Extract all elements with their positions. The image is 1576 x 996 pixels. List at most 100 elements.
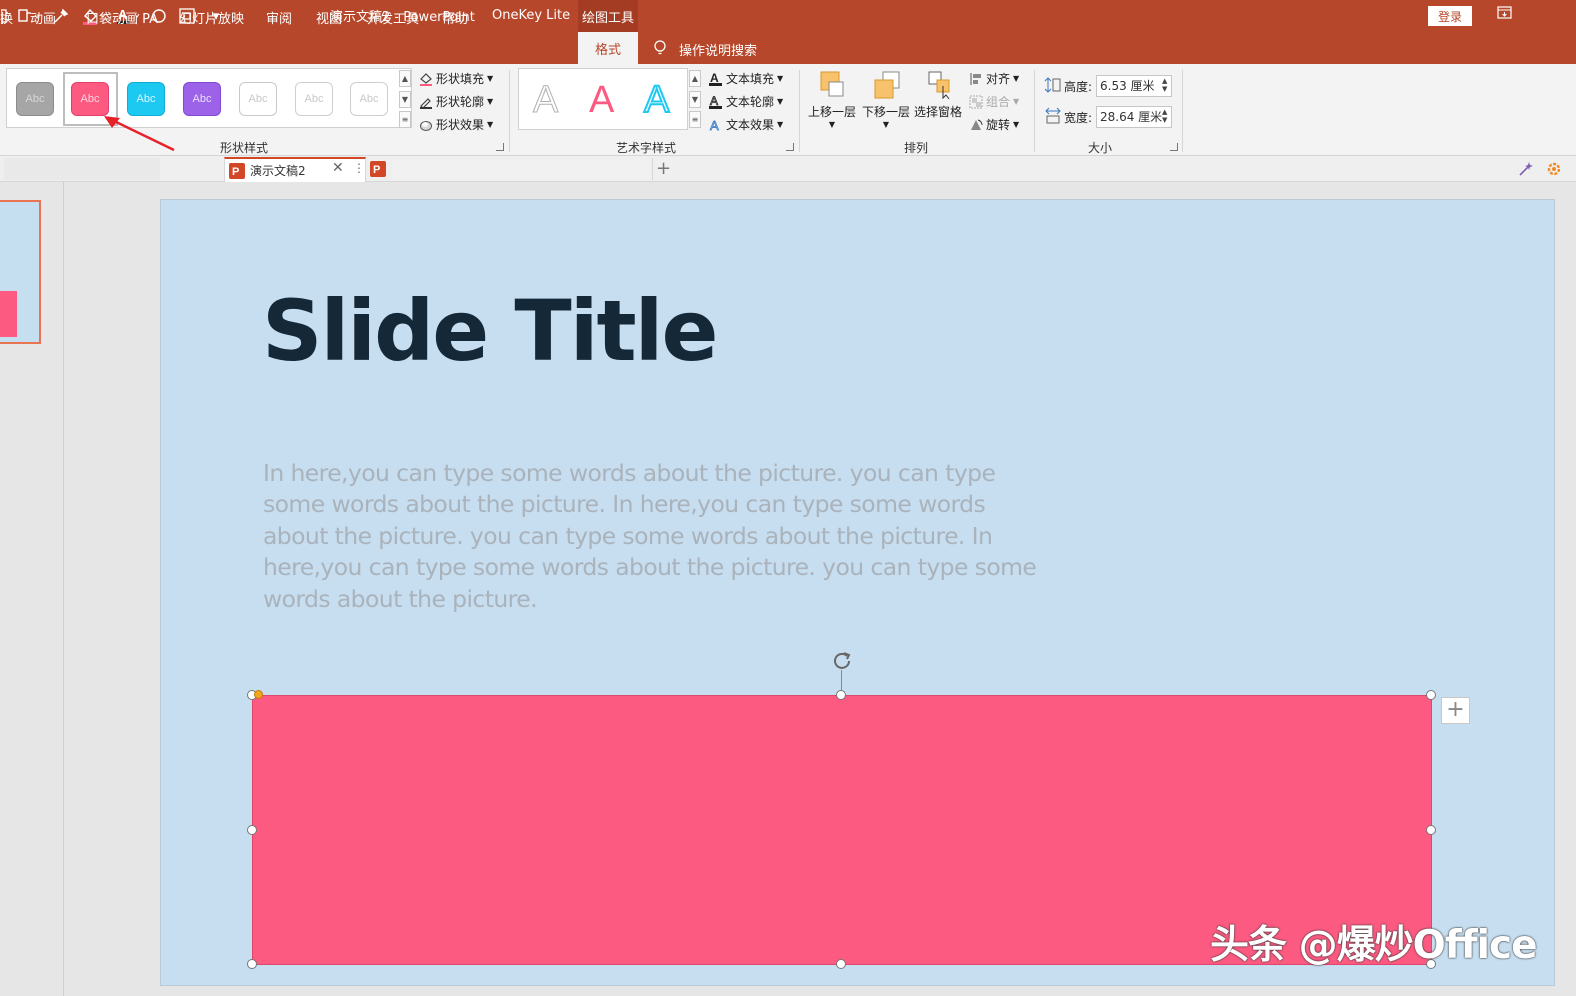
magic-wand-icon[interactable] (1518, 161, 1534, 177)
resize-handle-top-right[interactable] (1426, 690, 1436, 700)
resize-handle-bottom-left[interactable] (247, 959, 257, 969)
wordart-launcher-icon[interactable] (786, 143, 794, 151)
tab-menu-icon[interactable]: ⋮ (353, 161, 365, 175)
gallery-more-icon[interactable]: ≡ (399, 111, 411, 128)
powerpoint-file-icon[interactable]: P (370, 161, 386, 177)
text-fill-button[interactable]: A 文本填充 ▼ (709, 70, 783, 87)
wordart-scroll-down-icon[interactable]: ▼ (689, 91, 701, 108)
tab-developer[interactable]: 开发工具 (367, 8, 419, 27)
size-launcher-icon[interactable] (1170, 143, 1178, 151)
lightbulb-icon (653, 40, 667, 56)
svg-text:P: P (373, 164, 380, 176)
gallery-scroll-up-icon[interactable]: ▲ (399, 70, 411, 87)
text-outline-icon: A (709, 95, 722, 109)
width-label: 宽度: (1064, 111, 1093, 125)
text-fill-label: 文本填充 (726, 72, 775, 86)
group-button-disabled[interactable]: 组合 ▼ (969, 93, 1019, 110)
gallery-scroll-down-icon[interactable]: ▼ (399, 91, 411, 108)
resize-handle-bottom[interactable] (836, 959, 846, 969)
text-outline-button[interactable]: A 文本轮廓 ▼ (709, 93, 783, 110)
shape-effects-button[interactable]: 形状效果 ▼ (419, 116, 493, 133)
group-divider (1034, 70, 1035, 152)
height-label: 高度: (1064, 80, 1093, 94)
width-icon (1045, 107, 1061, 124)
wordart-style-plain[interactable]: A (532, 80, 558, 121)
height-spinner-icon[interactable]: ▲ ▼ (1162, 77, 1167, 93)
svg-text:P: P (232, 166, 239, 178)
style-swatch-outline-faint[interactable]: Abc (350, 82, 388, 116)
tab-help[interactable]: 帮助 (442, 8, 468, 27)
selection-pane-button[interactable]: 选择窗格 (912, 70, 964, 120)
ribbon-display-options-icon[interactable] (1496, 6, 1514, 24)
resize-handle-top[interactable] (836, 690, 846, 700)
annotation-red-arrow-icon (104, 116, 175, 152)
bring-forward-label: 上移一层 (807, 105, 856, 119)
layout-options-plus-icon[interactable]: + (1441, 697, 1470, 724)
login-button[interactable]: 登录 (1428, 6, 1472, 26)
tab-view[interactable]: 视图 (316, 8, 342, 27)
drawing-tools-context-label: 绘图工具 (578, 0, 638, 32)
ribbon-tab-bar (0, 32, 1576, 64)
svg-text:A: A (710, 118, 719, 132)
group-divider (509, 70, 510, 152)
text-effects-button[interactable]: A 文本效果 ▼ (709, 116, 784, 133)
adjustment-handle[interactable] (254, 690, 263, 699)
group-objects-icon (969, 95, 983, 108)
resize-handle-right[interactable] (1426, 825, 1436, 835)
group-label-arrange: 排列 (904, 141, 929, 155)
slide-body-text[interactable]: In here,you can type some words about th… (263, 458, 1043, 615)
tab-pocket-animation[interactable]: 口袋动画 PA (86, 8, 158, 27)
wordart-style-pink[interactable]: A (589, 80, 614, 120)
rotate-handle-icon[interactable] (832, 650, 852, 670)
blurred-tab (4, 158, 160, 180)
selection-pane-label: 选择窗格 (913, 105, 962, 119)
shape-fill-label: 形状填充 (436, 72, 485, 86)
rotate-label: 旋转 (986, 118, 1011, 132)
powerpoint-file-icon: P (229, 163, 245, 179)
group-divider (799, 70, 800, 152)
style-swatch-outline-light[interactable]: Abc (295, 82, 333, 116)
settings-gear-icon[interactable] (1546, 161, 1562, 177)
group-label: 组合 (986, 95, 1011, 109)
blurred-tab (392, 160, 650, 180)
text-outline-label: 文本轮廓 (726, 95, 775, 109)
rotate-button[interactable]: 旋转 ▼ (969, 116, 1019, 133)
width-spinner-icon[interactable]: ▲ ▼ (1162, 108, 1167, 124)
group-label-wordart: 艺术字样式 (616, 141, 677, 155)
slide-title[interactable]: Slide Title (262, 282, 718, 380)
watermark-text: 头条 @爆炒Office (1210, 923, 1538, 968)
send-backward-label: 下移一层 (861, 105, 910, 119)
text-fill-icon: A (709, 72, 722, 86)
tab-transitions[interactable]: 换 (0, 8, 13, 27)
shape-fill-button[interactable]: 形状填充 ▼ (419, 70, 493, 87)
style-swatch-gray[interactable]: Abc (16, 82, 54, 116)
tab-onekey-lite[interactable]: OneKey Lite (492, 8, 570, 23)
align-label: 对齐 (986, 72, 1011, 86)
send-backward-button[interactable]: 下移一层 ▼ (860, 70, 912, 129)
align-button[interactable]: 对齐 ▼ (969, 70, 1019, 87)
shape-styles-launcher-icon[interactable] (496, 143, 504, 151)
new-tab-button[interactable]: + (652, 158, 674, 180)
width-input[interactable]: 28.64 厘米 (1096, 106, 1172, 128)
tab-format[interactable]: 格式 (578, 32, 638, 64)
shape-effects-label: 形状效果 (436, 118, 485, 132)
close-tab-icon[interactable]: ✕ (332, 160, 344, 176)
style-swatch-outline-gray[interactable]: Abc (239, 82, 277, 116)
style-swatch-purple[interactable]: Abc (183, 82, 221, 116)
bring-forward-button[interactable]: 上移一层 ▼ (806, 70, 858, 129)
tab-slide-show[interactable]: 幻灯片放映 (179, 8, 244, 27)
resize-handle-left[interactable] (247, 825, 257, 835)
tell-me-search[interactable]: 操作说明搜索 (679, 40, 757, 59)
text-effects-label: 文本效果 (726, 118, 775, 132)
send-backward-icon (874, 71, 900, 99)
thumbnail-pink-shape (0, 291, 17, 337)
tab-review[interactable]: 审阅 (266, 8, 292, 27)
wordart-more-icon[interactable]: ≡ (689, 111, 701, 128)
shape-outline-button[interactable]: 形状轮廓 ▼ (419, 93, 493, 110)
text-effects-icon: A (710, 118, 720, 132)
height-input[interactable]: 6.53 厘米 (1096, 75, 1172, 97)
doc-tab-active[interactable]: P 演示文稿2 ✕ ⋮ (224, 157, 366, 182)
tab-animations[interactable]: 动画 (30, 8, 56, 27)
wordart-scroll-up-icon[interactable]: ▲ (689, 70, 701, 87)
wordart-style-cyan-outline[interactable]: A (643, 79, 670, 121)
